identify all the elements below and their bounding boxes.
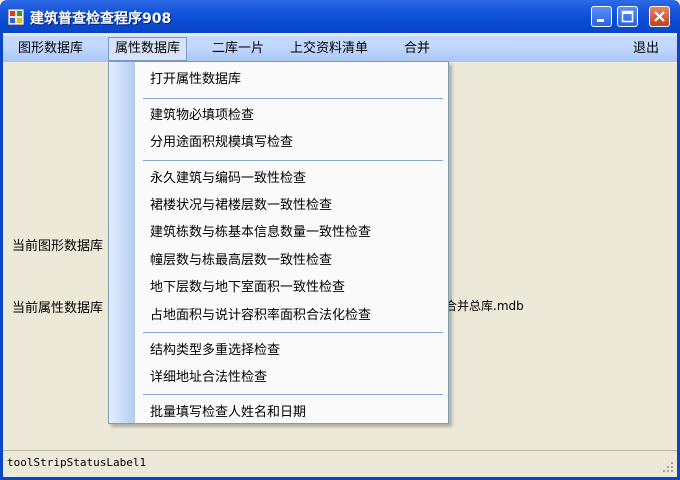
menu-batch-fill-inspector[interactable]: 批量填写检查人姓名和日期 xyxy=(150,401,306,420)
menu-two-libs-one-sheet[interactable]: 二库一片 xyxy=(212,36,264,62)
menu-graphic-db[interactable]: 图形数据库 xyxy=(18,36,83,62)
menu-merge[interactable]: 合并 xyxy=(404,36,430,62)
maximize-icon xyxy=(621,10,634,23)
title-bar[interactable]: 建筑普查检查程序908 xyxy=(0,0,680,33)
close-icon xyxy=(654,11,665,22)
close-button[interactable] xyxy=(649,6,670,27)
menu-attribute-db[interactable]: 属性数据库 xyxy=(108,37,188,61)
menu-separator xyxy=(143,160,443,161)
menu-podium-floors-check[interactable]: 裙楼状况与裙楼层数一致性检查 xyxy=(150,194,332,213)
menu-submission-list[interactable]: 上交资料清单 xyxy=(290,36,368,62)
menu-building-count-check[interactable]: 建筑栋数与栋基本信息数量一致性检查 xyxy=(150,221,371,240)
window-left-edge xyxy=(0,33,3,480)
menu-max-floors-check[interactable]: 幢层数与栋最高层数一致性检查 xyxy=(150,249,332,268)
minimize-icon xyxy=(597,19,604,22)
menu-permanent-building-code-check[interactable]: 永久建筑与编码一致性检查 xyxy=(150,167,306,186)
menu-exit[interactable]: 退出 xyxy=(633,36,659,62)
menu-area-by-use-check[interactable]: 分用途面积规模填写检查 xyxy=(150,131,293,150)
attribute-db-dropdown: 打开属性数据库 建筑物必填项检查 分用途面积规模填写检查 永久建筑与编码一致性检… xyxy=(108,61,449,424)
menu-structure-type-check[interactable]: 结构类型多重选择检查 xyxy=(150,339,280,358)
menu-image-margin xyxy=(109,62,135,423)
menu-bar: 图形数据库 属性数据库 二库一片 上交资料清单 合并 退出 xyxy=(3,36,677,62)
menu-separator xyxy=(143,394,443,395)
resize-grip-icon[interactable] xyxy=(662,461,674,473)
maximize-button[interactable] xyxy=(617,6,638,27)
attribute-db-path: 合并总库.mdb xyxy=(445,299,524,313)
menu-address-legality-check[interactable]: 详细地址合法性检查 xyxy=(150,366,267,385)
menu-land-area-legality-check[interactable]: 占地面积与说计容积率面积合法化检查 xyxy=(150,304,371,323)
status-bar: toolStripStatusLabel1 xyxy=(3,450,677,476)
menu-separator xyxy=(143,98,443,99)
minimize-button[interactable] xyxy=(591,6,612,27)
menu-open-attribute-db[interactable]: 打开属性数据库 xyxy=(150,68,241,87)
menu-basement-area-check[interactable]: 地下层数与地下室面积一致性检查 xyxy=(150,276,345,295)
app-icon xyxy=(8,9,24,25)
attribute-db-label: 当前属性数据库 xyxy=(12,301,104,316)
main-window: 建筑普查检查程序908 图形数据库 属性数据库 二库一片 上交资料清单 合并 退… xyxy=(0,0,680,480)
status-label: toolStripStatusLabel1 xyxy=(7,456,147,469)
menu-separator xyxy=(143,332,443,333)
graphic-db-label: 当前图形数据库 xyxy=(12,239,104,254)
menu-required-fields-check[interactable]: 建筑物必填项检查 xyxy=(150,104,254,123)
window-title: 建筑普查检查程序908 xyxy=(30,11,172,27)
